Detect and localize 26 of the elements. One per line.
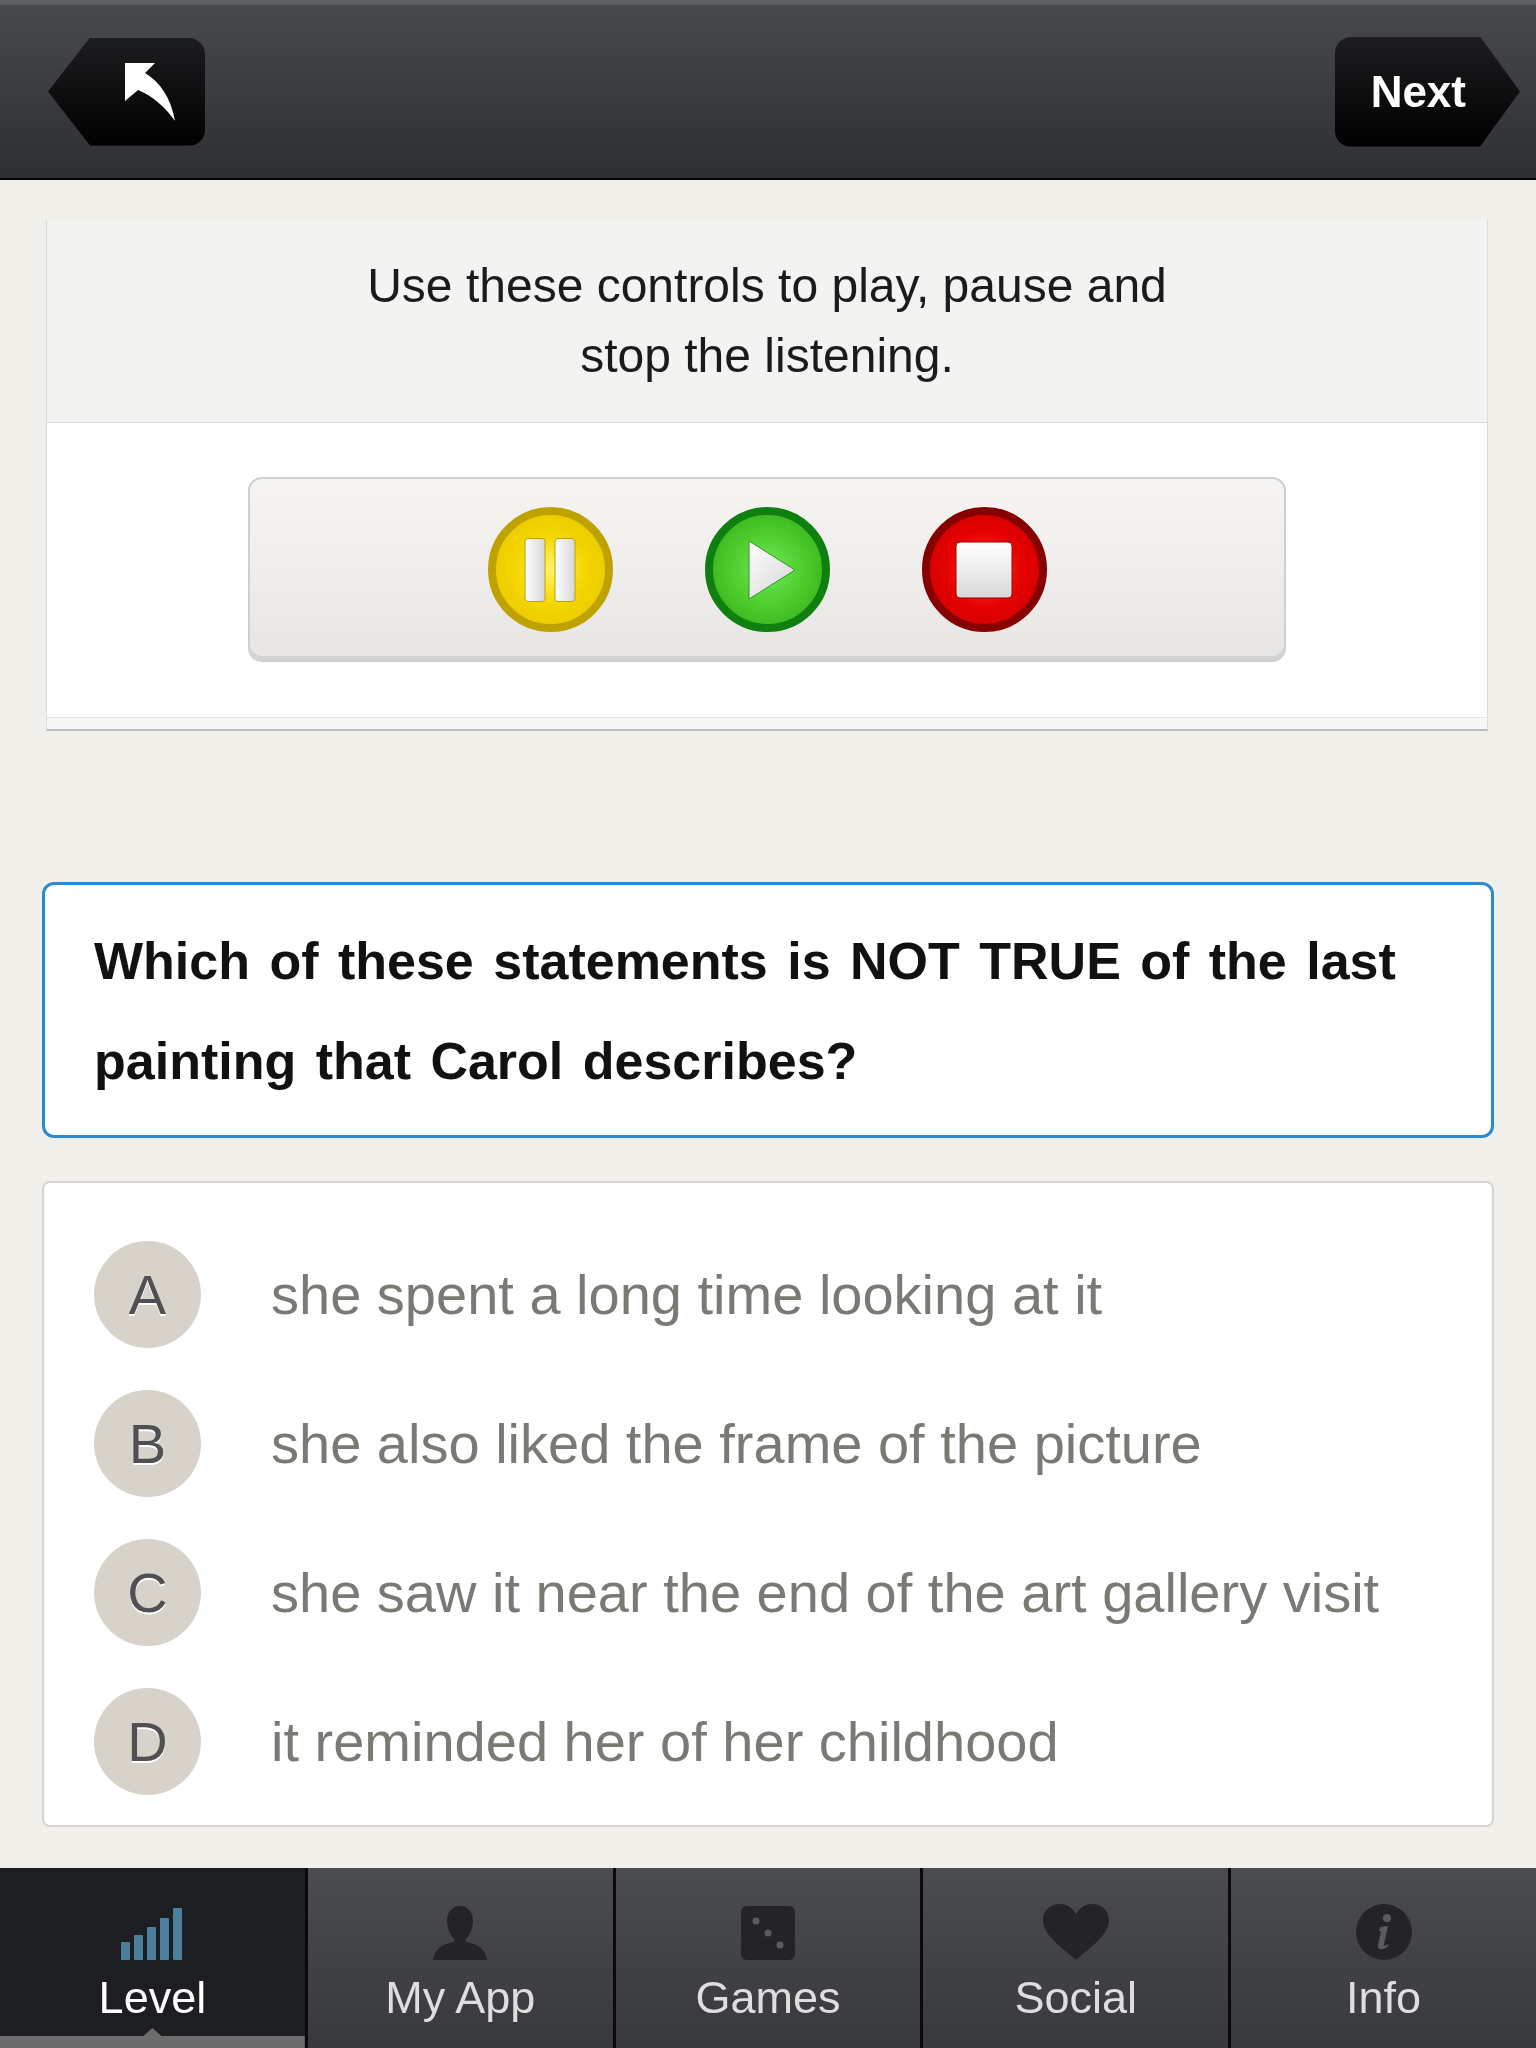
answer-option[interactable]: A she spent a long time looking at it <box>94 1241 1115 1348</box>
info-icon <box>1355 1904 1412 1960</box>
tab[interactable]: Games <box>615 1868 921 2048</box>
dice-icon <box>741 1906 795 1960</box>
question-text: Which of these statements is NOT TRUE of the last painting that Carol describes? <box>94 931 1397 1092</box>
tab[interactable]: Level <box>0 1868 305 2048</box>
signal-bars-icon <box>121 1908 184 1960</box>
person-icon <box>433 1906 488 1960</box>
tab[interactable]: Social <box>923 1868 1229 2048</box>
letter-badge: D <box>94 1688 201 1795</box>
letter-badge: A <box>94 1241 201 1348</box>
answer-option[interactable]: B she also liked the frame of the picture <box>94 1390 1214 1497</box>
letter-badge: B <box>94 1390 201 1497</box>
play-icon <box>748 539 796 600</box>
back-button[interactable] <box>48 37 205 146</box>
heart-icon <box>1042 1904 1109 1960</box>
stop-icon <box>955 540 1013 599</box>
tab[interactable]: My App <box>307 1868 613 2048</box>
instructions-text: Use these controls to play, pause and stop the listening. <box>366 258 1168 384</box>
letter-badge: C <box>94 1539 201 1646</box>
tab[interactable]: Info <box>1231 1868 1536 2048</box>
back-arrow-icon <box>124 62 175 121</box>
answer-option[interactable]: C she saw it near the end of the art gallery visit <box>94 1539 1392 1646</box>
next-button[interactable]: Next <box>1334 36 1520 147</box>
answer-option[interactable]: D it reminded her of her childhood <box>94 1688 1071 1795</box>
pause-icon <box>524 537 576 602</box>
